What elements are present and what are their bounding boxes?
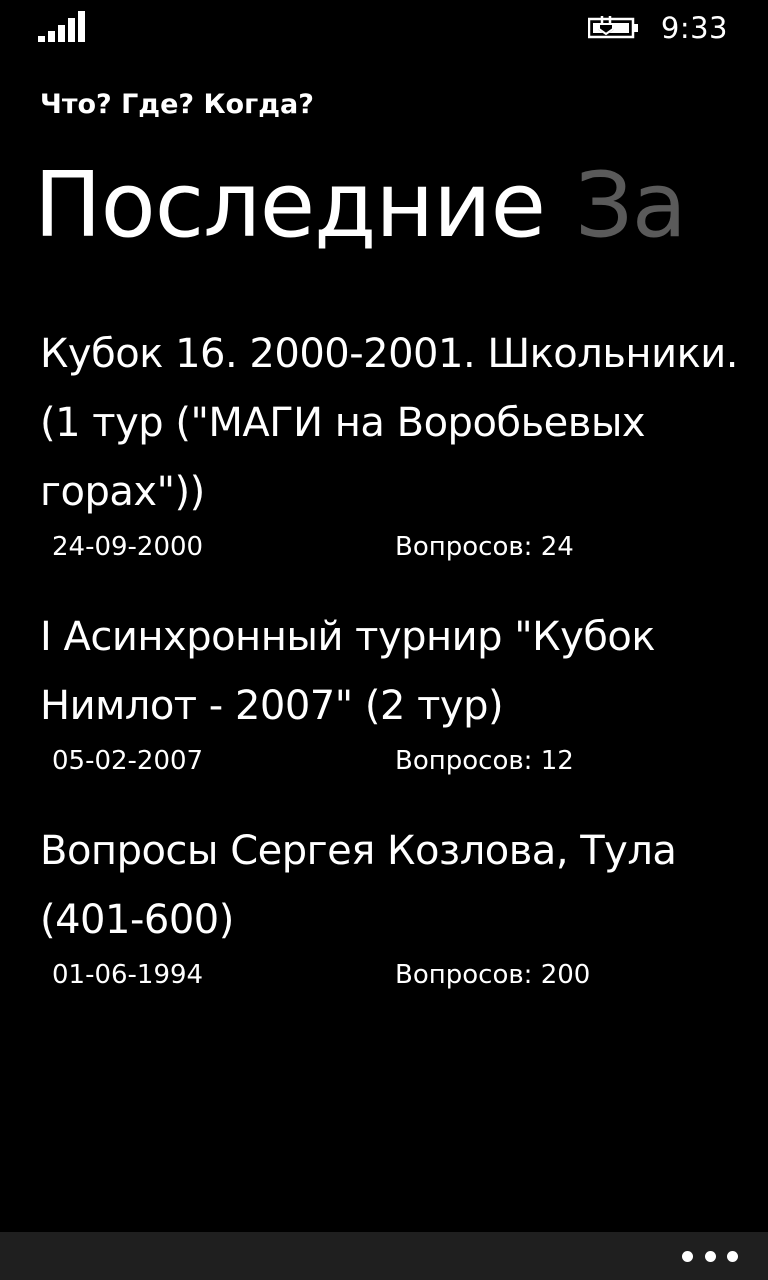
screen: 9:33 Что? Где? Когда? Последние За Кубок … xyxy=(0,0,768,1280)
ellipsis-icon[interactable] xyxy=(682,1244,738,1268)
signal-strength-icon xyxy=(38,10,86,42)
item-date: 01-06-1994 xyxy=(52,960,204,990)
item-question-count: Вопросов: 200 xyxy=(395,960,591,990)
item-meta: 24-09-2000 Вопросов: 24 xyxy=(40,527,740,567)
list-item[interactable]: Кубок 16. 2000-2001. Школьники. (1 тур (… xyxy=(40,320,740,567)
status-bar: 9:33 xyxy=(0,0,768,60)
item-title: Кубок 16. 2000-2001. Школьники. (1 тур (… xyxy=(40,331,738,515)
item-date: 05-02-2007 xyxy=(52,746,204,776)
recent-list: Кубок 16. 2000-2001. Школьники. (1 тур (… xyxy=(40,320,740,1031)
clock: 9:33 xyxy=(660,11,728,45)
item-title: I Асинхронный турнир "Кубок Нимлот - 200… xyxy=(40,614,656,729)
app-title: Что? Где? Когда? xyxy=(40,89,314,120)
pivot-header: Последние За xyxy=(34,146,768,266)
item-date: 24-09-2000 xyxy=(52,532,204,562)
item-question-count: Вопросов: 12 xyxy=(395,746,574,776)
list-item[interactable]: Вопросы Сергея Козлова, Тула (401-600) 0… xyxy=(40,817,740,995)
list-item[interactable]: I Асинхронный турнир "Кубок Нимлот - 200… xyxy=(40,603,740,781)
item-meta: 01-06-1994 Вопросов: 200 xyxy=(40,955,740,995)
battery-charging-icon xyxy=(588,15,638,39)
item-title: Вопросы Сергея Козлова, Тула (401-600) xyxy=(40,828,677,943)
item-question-count: Вопросов: 24 xyxy=(395,532,574,562)
item-meta: 05-02-2007 Вопросов: 12 xyxy=(40,741,740,781)
pivot-tab-next[interactable]: За xyxy=(575,146,687,266)
app-bar xyxy=(0,1232,768,1280)
pivot-tab-recent[interactable]: Последние xyxy=(34,146,546,266)
